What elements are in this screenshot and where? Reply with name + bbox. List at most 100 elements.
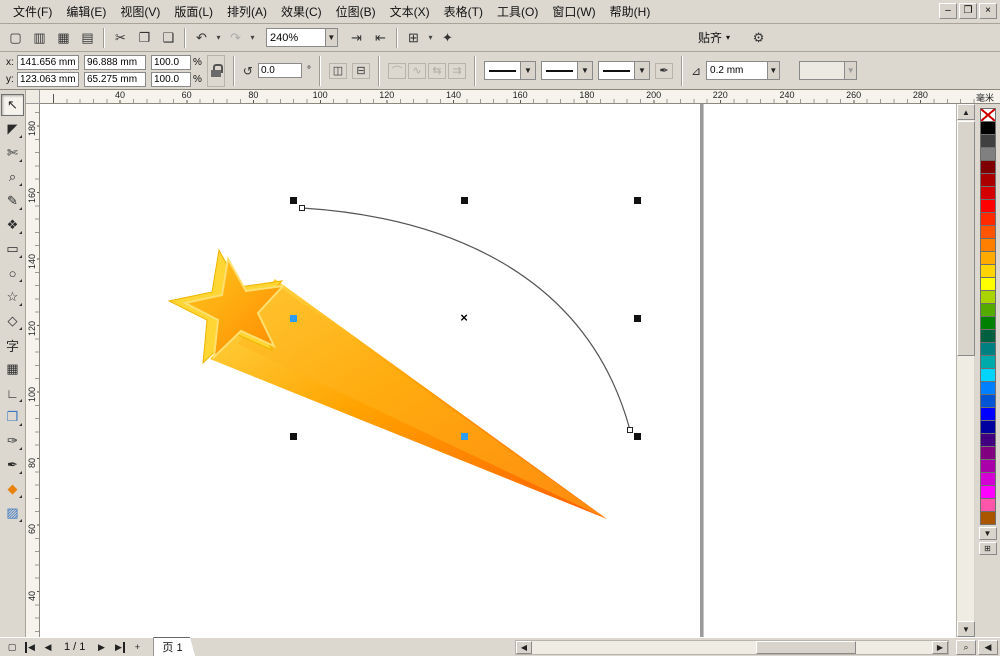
menu-item[interactable]: 文本(X) xyxy=(383,0,437,23)
node-handle[interactable] xyxy=(461,433,468,440)
color-swatch[interactable] xyxy=(979,225,996,239)
undo-button[interactable]: ↶ xyxy=(190,27,213,49)
scroll-left-button[interactable]: ◀ xyxy=(516,641,532,654)
rotation-angle-field[interactable] xyxy=(257,63,302,78)
vertical-scroll-thumb[interactable] xyxy=(957,121,975,356)
fill-tool[interactable]: ◆ xyxy=(1,478,24,500)
welcome-screen-button[interactable]: ✦ xyxy=(436,27,459,49)
color-swatch[interactable] xyxy=(979,511,996,525)
selection-handle[interactable] xyxy=(634,315,641,322)
curve-endpoint-node[interactable] xyxy=(627,427,633,433)
color-swatch[interactable] xyxy=(979,134,996,148)
color-swatch[interactable] xyxy=(979,251,996,265)
color-swatch[interactable] xyxy=(979,277,996,291)
outline-width-input[interactable] xyxy=(707,62,767,79)
scale-x-field[interactable] xyxy=(151,54,191,70)
node-handle[interactable] xyxy=(290,315,297,322)
color-swatch[interactable] xyxy=(979,329,996,343)
smart-fill-tool[interactable]: ❖ xyxy=(1,214,24,236)
restore-button[interactable]: ❐ xyxy=(959,3,977,19)
color-swatch[interactable] xyxy=(979,433,996,447)
color-swatch[interactable] xyxy=(979,316,996,330)
end-arrowhead-combo[interactable]: ▼ xyxy=(597,61,650,80)
shape-tool[interactable]: ◤ xyxy=(1,118,24,140)
color-swatch[interactable] xyxy=(979,290,996,304)
crop-tool[interactable]: ✄ xyxy=(1,142,24,164)
outline-pen-button[interactable]: ✒ xyxy=(654,62,673,79)
outline-pen-tool[interactable]: ✒ xyxy=(1,454,24,476)
no-color-swatch[interactable] xyxy=(979,108,996,122)
reverse-curve-button[interactable]: ⇆ xyxy=(427,62,446,79)
zoom-level-combo[interactable]: ▼ xyxy=(266,28,338,47)
selection-center-marker[interactable]: × xyxy=(460,310,468,325)
color-swatch[interactable] xyxy=(979,407,996,421)
menu-item[interactable]: 窗口(W) xyxy=(545,0,602,23)
new-document-button[interactable]: ▢ xyxy=(4,27,27,49)
table-tool[interactable]: ▦ xyxy=(1,358,24,380)
convert-to-curve-button[interactable]: ⌒ xyxy=(387,62,406,79)
object-width-field[interactable] xyxy=(84,54,146,70)
text-tool[interactable]: 字 xyxy=(1,334,24,356)
color-swatch[interactable] xyxy=(979,186,996,200)
basic-shapes-tool[interactable]: ◇ xyxy=(1,310,24,332)
color-swatch[interactable] xyxy=(979,355,996,369)
menu-item[interactable]: 表格(T) xyxy=(437,0,490,23)
freehand-tool[interactable]: ✎ xyxy=(1,190,24,212)
polygon-tool[interactable]: ☆ xyxy=(1,286,24,308)
dimension-tool[interactable]: ∟ xyxy=(1,382,24,404)
outline-width-combo[interactable]: ▼ xyxy=(706,61,781,80)
interactive-fill-tool[interactable]: ▨ xyxy=(1,502,24,524)
color-swatch[interactable] xyxy=(979,368,996,382)
close-curve-button[interactable]: ∿ xyxy=(407,62,426,79)
close-button[interactable]: × xyxy=(979,3,997,19)
minimize-button[interactable]: – xyxy=(939,3,957,19)
ruler-origin-corner[interactable] xyxy=(26,90,40,104)
first-page-button[interactable]: ◀ xyxy=(22,640,38,655)
pick-tool[interactable]: ↖ xyxy=(1,94,24,116)
color-swatch[interactable] xyxy=(979,173,996,187)
color-swatch[interactable] xyxy=(979,394,996,408)
color-swatch[interactable] xyxy=(979,459,996,473)
curve-endpoint-node[interactable] xyxy=(299,205,305,211)
menu-item[interactable]: 版面(L) xyxy=(167,0,220,23)
paste-button[interactable]: ❑ xyxy=(157,27,180,49)
print-document-button[interactable]: ▤ xyxy=(76,27,99,49)
menu-item[interactable]: 文件(F) xyxy=(6,0,59,23)
horizontal-scrollbar[interactable]: ◀ ▶ xyxy=(515,640,949,655)
menu-item[interactable]: 编辑(E) xyxy=(59,0,113,23)
redo-button[interactable]: ↷ xyxy=(224,27,247,49)
eyedropper-tool[interactable]: ✑ xyxy=(1,430,24,452)
color-swatch[interactable] xyxy=(979,420,996,434)
menu-item[interactable]: 排列(A) xyxy=(220,0,274,23)
horizontal-scroll-thumb[interactable] xyxy=(756,641,856,654)
zoom-level-input[interactable] xyxy=(267,29,325,46)
menu-item[interactable]: 位图(B) xyxy=(329,0,383,23)
color-swatch[interactable] xyxy=(979,121,996,135)
color-swatch[interactable] xyxy=(979,264,996,278)
menu-item[interactable]: 视图(V) xyxy=(113,0,167,23)
export-button[interactable]: ⇤ xyxy=(369,27,392,49)
lock-ratio-button[interactable] xyxy=(206,54,225,87)
next-page-button[interactable]: ▶ xyxy=(93,640,109,655)
menu-item[interactable]: 工具(O) xyxy=(490,0,545,23)
color-swatch[interactable] xyxy=(979,342,996,356)
extend-curve-button[interactable]: ⇉ xyxy=(447,62,466,79)
zoom-tool[interactable]: ⌕ xyxy=(1,166,24,188)
horizontal-ruler[interactable]: 40 60 80 100 120 140 160 180 200 220 240 260 280 毫米 xyxy=(40,90,1000,104)
palette-scroll-down-button[interactable]: ▼ xyxy=(978,527,997,540)
color-swatch[interactable] xyxy=(979,303,996,317)
selection-handle[interactable] xyxy=(634,433,641,440)
scale-y-field[interactable] xyxy=(151,71,191,87)
y-position-field[interactable] xyxy=(17,71,79,87)
color-swatch[interactable] xyxy=(979,147,996,161)
color-swatch[interactable] xyxy=(979,446,996,460)
object-height-field[interactable] xyxy=(84,71,146,87)
menu-item[interactable]: 帮助(H) xyxy=(603,0,658,23)
selection-handle[interactable] xyxy=(634,197,641,204)
import-button[interactable]: ⇥ xyxy=(345,27,368,49)
selection-handle[interactable] xyxy=(461,197,468,204)
palette-flyout-button[interactable]: ⊞ xyxy=(978,542,997,555)
color-swatch[interactable] xyxy=(979,160,996,174)
scroll-up-button[interactable]: ▲ xyxy=(957,104,975,120)
color-swatch[interactable] xyxy=(979,381,996,395)
